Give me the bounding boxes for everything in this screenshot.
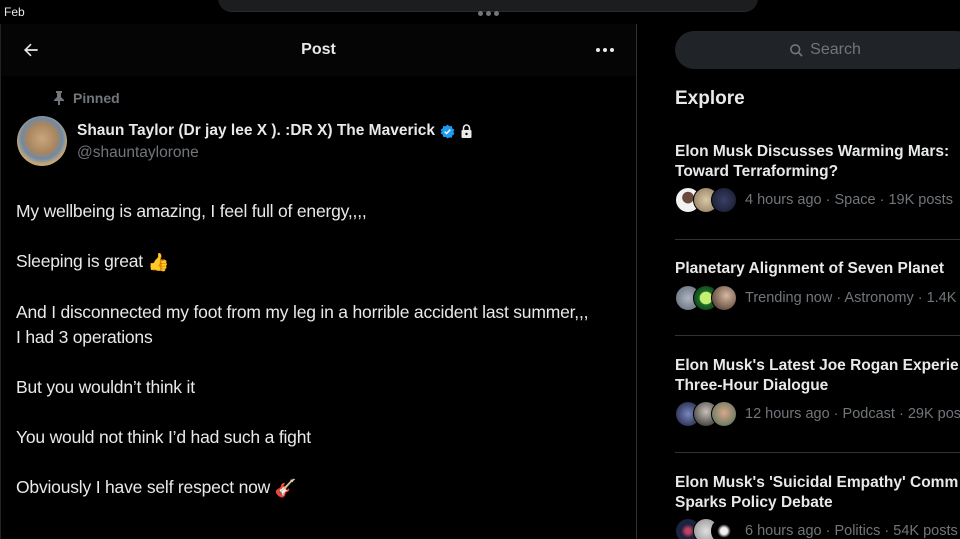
post-line: My wellbeing is amazing, I feel full of … (16, 201, 367, 221)
divider (675, 239, 960, 240)
verified-badge-icon (440, 124, 455, 138)
author-name-row: Shaun Taylor (Dr jay lee X ). :DR X) The… (77, 122, 473, 140)
trend-item[interactable]: Elon Musk Discusses Warming Mars: Toward… (675, 142, 960, 213)
search-placeholder: Search (810, 41, 861, 58)
lock-icon (461, 124, 472, 138)
post-line: I had 3 operations (16, 326, 153, 347)
author-name[interactable]: Shaun Taylor (Dr jay lee X ). :DR X) The… (77, 122, 435, 140)
arrow-left-icon[interactable] (19, 38, 43, 62)
trend-item[interactable]: Elon Musk's 'Suicidal Empathy' Comm Spar… (675, 473, 960, 539)
trend-item[interactable]: Elon Musk's Latest Joe Rogan Experie Thr… (675, 356, 960, 427)
guitar-emoji-icon: 🎸 (274, 477, 297, 498)
post-line: Obviously I have self respect now 🎸 (16, 475, 616, 501)
trend-meta: 12 hours ago · Podcast · 29K posts (745, 406, 960, 422)
post-column: Post Pinned Shaun Taylor (Dr jay lee X )… (0, 24, 637, 539)
author-handle[interactable]: @shauntaylorone (77, 144, 199, 162)
trend-avatars (675, 518, 737, 539)
window-handle-dots[interactable] (478, 11, 499, 16)
sidebar: Search Explore Elon Musk Discusses Warmi… (638, 24, 960, 539)
ellipsis-icon[interactable] (592, 44, 618, 56)
status-bar-date: Feb (4, 5, 25, 19)
trend-title: Toward Terraforming? (675, 162, 839, 180)
post-line: You would not think I’d had such a fight (16, 426, 311, 447)
trend-meta: 4 hours ago · Space · 19K posts (745, 192, 953, 208)
trend-title: Elon Musk's 'Suicidal Empathy' Comm (675, 474, 959, 491)
trend-title: Sparks Policy Debate (675, 493, 833, 511)
trend-avatar (711, 518, 737, 539)
trend-title: Three-Hour Dialogue (675, 376, 829, 394)
thumbs-up-emoji-icon: 👍 (147, 251, 170, 272)
explore-heading: Explore (675, 88, 745, 109)
trend-avatar (711, 187, 737, 213)
divider (675, 335, 960, 336)
post-line: But you wouldn’t think it (16, 376, 195, 397)
trend-avatars (675, 284, 737, 311)
pinned-indicator: Pinned (53, 90, 120, 106)
divider (675, 452, 960, 453)
pinned-label: Pinned (73, 90, 120, 106)
post-line: And I disconnected my foot from my leg i… (16, 301, 589, 322)
pin-icon (54, 91, 64, 105)
search-icon (790, 43, 803, 57)
author-avatar[interactable] (17, 116, 67, 166)
trend-meta: 6 hours ago · Politics · 54K posts (745, 523, 958, 539)
trend-avatar (711, 284, 737, 311)
post-header: Post (1, 24, 636, 76)
post-line: Sleeping is great 👍 (16, 249, 616, 275)
post-text: My wellbeing is amazing, I feel full of … (16, 199, 616, 526)
trend-title: Elon Musk's Latest Joe Rogan Experie (675, 357, 959, 374)
search-input[interactable]: Search (675, 31, 960, 69)
trend-avatars (675, 401, 737, 427)
trend-title: Planetary Alignment of Seven Planet (675, 260, 945, 277)
page-title: Post (301, 41, 336, 58)
trend-avatar (711, 401, 737, 427)
trend-title: Elon Musk Discusses Warming Mars: (675, 143, 950, 160)
trend-avatars (675, 187, 737, 213)
trend-meta: Trending now · Astronomy · 1.4K posts (745, 289, 960, 306)
trend-item[interactable]: Planetary Alignment of Seven Planet Tren… (675, 259, 960, 311)
